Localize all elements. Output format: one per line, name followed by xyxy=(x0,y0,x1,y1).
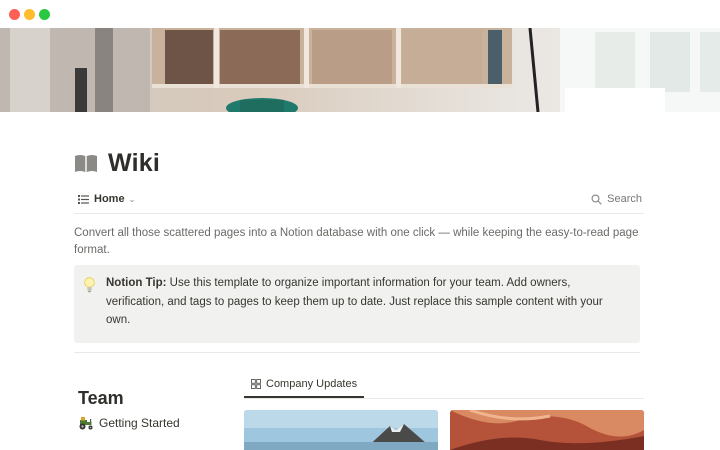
intro-text: Convert all those scattered pages into a… xyxy=(74,227,639,256)
search-label: Search xyxy=(607,193,642,205)
list-icon xyxy=(78,194,89,204)
callout-label: Notion Tip: xyxy=(106,277,167,289)
database-view-bar: Home ⌄ Search xyxy=(74,190,644,214)
tractor-icon xyxy=(79,417,93,430)
view-selector-home[interactable]: Home ⌄ xyxy=(78,193,135,205)
gallery-grid-icon xyxy=(251,379,261,389)
team-heading: Team xyxy=(78,388,124,408)
book-icon xyxy=(75,155,97,172)
section-divider xyxy=(74,352,640,353)
view-home-label: Home xyxy=(94,193,125,205)
callout-text: Notion Tip: Use this template to organiz… xyxy=(106,274,626,330)
page-title: Wiki xyxy=(108,148,160,177)
tab-company-updates[interactable]: Company Updates xyxy=(244,372,364,398)
notion-tip-callout: Notion Tip: Use this template to organiz… xyxy=(74,265,640,343)
minimize-window-button[interactable] xyxy=(24,9,35,20)
page-cover-image[interactable] xyxy=(0,28,720,112)
zoom-window-button[interactable] xyxy=(39,9,50,20)
gallery-card-mountain[interactable] xyxy=(244,410,438,450)
lightbulb-icon xyxy=(84,277,95,293)
mountain-image xyxy=(244,410,438,450)
close-window-button[interactable] xyxy=(9,9,20,20)
window-titlebar xyxy=(0,0,720,28)
chevron-down-icon: ⌄ xyxy=(128,194,136,204)
team-link-getting-started[interactable]: Getting Started xyxy=(78,416,180,430)
callout-body: Use this template to organize important … xyxy=(106,277,603,326)
gallery-card-canyon[interactable] xyxy=(450,410,644,450)
canyon-image xyxy=(450,410,644,450)
team-item-label: Getting Started xyxy=(99,416,180,430)
page-header: Wiki xyxy=(74,146,160,180)
search-button[interactable]: Search xyxy=(591,193,642,205)
tab-label: Company Updates xyxy=(266,378,358,390)
tab-underline xyxy=(244,398,644,399)
search-icon xyxy=(591,193,602,205)
